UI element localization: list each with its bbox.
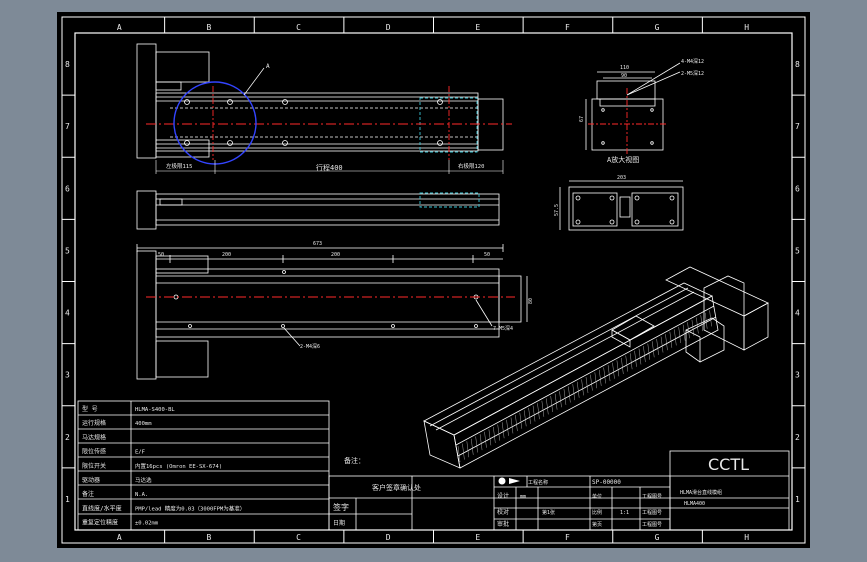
check-label: 校对	[497, 508, 509, 516]
grid-row-label-right: 3	[795, 371, 800, 380]
sheet-label: 第1张	[542, 509, 555, 516]
part-code: HLMA400	[684, 501, 705, 507]
scale-label: 比例	[592, 509, 602, 516]
grid-row-label-right: 2	[795, 433, 800, 442]
scale-value: 1:1	[620, 510, 629, 516]
spec-row-label: 备注	[82, 490, 94, 498]
mount-dim-inner: 90	[621, 73, 627, 79]
grid-row-label-left: 6	[65, 184, 70, 193]
grid-col-label-bottom: A	[117, 533, 122, 542]
customer-confirm-label: 客户签章确认处	[372, 483, 421, 492]
grid-row-label-left: 5	[65, 246, 70, 255]
grid-row-label-right: 6	[795, 184, 800, 193]
spec-row-label: 限位开关	[82, 462, 106, 470]
project-label: 工程名称	[528, 479, 548, 486]
side-height-dim: 80	[528, 298, 534, 304]
spec-row-label: 运行规格	[82, 419, 106, 427]
design-label: 设计	[497, 492, 509, 500]
remark-label: 备注：	[344, 456, 365, 465]
grid-col-label-bottom: E	[475, 533, 480, 542]
cad-drawing-canvas: A B C D E F G H A B C D E F G H 8 7 6 5 4 3 2 1 8 7 6 5 4 3 2 1 A 左极…	[57, 12, 810, 548]
dim-d: 50	[484, 252, 490, 258]
hole-note-right: 7-M5深4	[493, 325, 513, 332]
spec-row-value: PMP/lead 精度为0.03（3000FPM为基准）	[135, 504, 245, 512]
grid-row-label-right: 4	[795, 309, 800, 318]
spec-row-label: 限位传感	[82, 448, 106, 456]
stroke-label: 行程400	[316, 163, 343, 172]
grid-row-label-right: 7	[795, 122, 800, 131]
unit-label: 单位	[592, 493, 602, 500]
spec-row-value: N.A.	[135, 492, 148, 498]
grid-col-label-top: G	[655, 23, 660, 32]
mount-hole-note-2: 2-M5深12	[681, 70, 704, 77]
dim-b: 200	[222, 252, 231, 258]
spec-row-label: 型 号	[82, 405, 98, 413]
left-limit-label: 左极限115	[166, 162, 192, 170]
grid-col-label-bottom: B	[206, 533, 211, 542]
dim-c: 200	[331, 252, 340, 258]
spec-row-value: HLMA-S400-BL	[135, 407, 175, 413]
grid-col-label-top: C	[296, 23, 301, 32]
spec-row-label: 直线度/水平度	[82, 504, 122, 512]
page-label: 第页	[592, 521, 602, 528]
grid-col-label-top: B	[206, 23, 211, 32]
grid-col-label-top: H	[744, 23, 749, 32]
grid-row-label-left: 7	[65, 122, 70, 131]
product-name: HLMA滑台直线模组	[680, 489, 722, 496]
grid-col-label-top: D	[386, 23, 391, 32]
grid-row-label-right: 1	[795, 495, 800, 504]
spec-row-value: ±0.02mm	[135, 521, 159, 527]
mount-view-label: A放大视图	[607, 155, 639, 164]
mount-hole-note-1: 4-M4深12	[681, 58, 704, 65]
mount-dim-top: 110	[620, 65, 629, 71]
logo-text: CCTL	[708, 455, 749, 474]
spec-row-value: E/F	[135, 450, 145, 456]
grid-row-label-left: 1	[65, 495, 70, 504]
grid-col-label-top: F	[565, 23, 570, 32]
spec-row-value: 内置16pcs (Omron EE-SX-674)	[135, 462, 222, 470]
mount-height: 67	[579, 116, 585, 122]
grid-col-label-bottom: H	[744, 533, 749, 542]
right-limit-label: 右极限120	[458, 162, 484, 170]
unit-value: mm	[520, 494, 526, 500]
grid-row-label-left: 2	[65, 433, 70, 442]
spec-row-label: 驱动器	[82, 477, 100, 484]
end-height-dim: 57.5	[554, 204, 560, 216]
end-width-dim: 203	[617, 175, 626, 181]
drawing-number-label-1: 工程图号	[642, 493, 662, 500]
total-length-dim: 673	[313, 241, 322, 247]
detail-label-a: A	[266, 63, 270, 70]
grid-col-label-top: A	[117, 23, 122, 32]
hole-note-bottom: 2-M4深6	[300, 343, 320, 350]
grid-row-label-left: 4	[65, 309, 70, 318]
approve-label: 审批	[497, 520, 509, 528]
sign-label: 签字	[333, 502, 349, 512]
dim-a: 50	[158, 252, 164, 258]
drawing-number-label-2: 工程图号	[642, 509, 662, 516]
spec-row-value: 400mm	[135, 421, 152, 427]
grid-row-label-right: 5	[795, 246, 800, 255]
grid-row-label-left: 3	[65, 371, 70, 380]
spec-row-label: 马达规格	[82, 433, 106, 441]
grid-col-label-bottom: C	[296, 533, 301, 542]
project-value: SP-00000	[592, 479, 621, 486]
date-label: 日期	[333, 519, 345, 527]
grid-col-label-top: E	[475, 23, 480, 32]
spec-row-value: 马达选	[135, 476, 152, 484]
drawing-number-label-3: 工程图号	[642, 521, 662, 528]
grid-col-label-bottom: F	[565, 533, 570, 542]
grid-row-label-right: 8	[795, 60, 800, 69]
grid-col-label-bottom: D	[386, 533, 391, 542]
grid-row-label-left: 8	[65, 60, 70, 69]
spec-row-label: 重复定位精度	[82, 519, 118, 527]
grid-col-label-bottom: G	[655, 533, 660, 542]
